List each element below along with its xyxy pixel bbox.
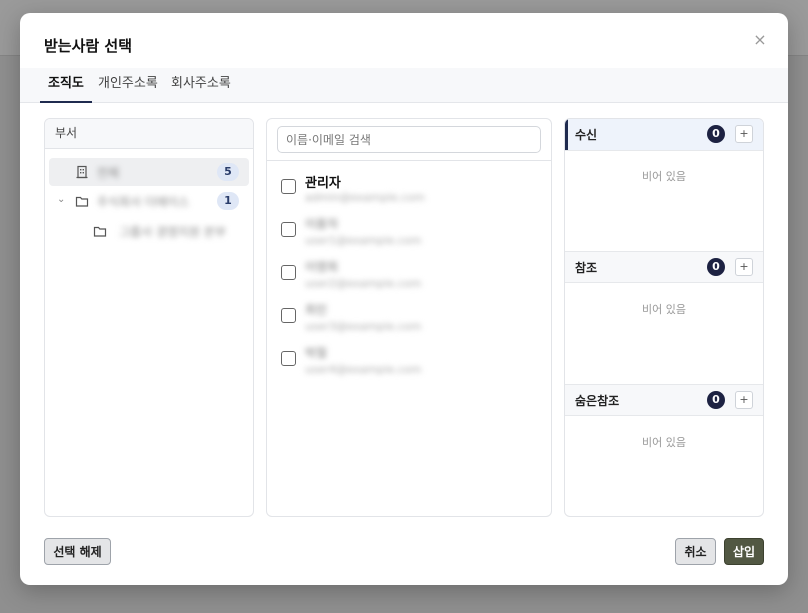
- add-cc-button[interactable]: +: [735, 258, 753, 276]
- section-label: 참조: [575, 261, 598, 275]
- list-item: 관리자 admin@example.com: [281, 171, 541, 211]
- close-button[interactable]: ×: [748, 27, 772, 51]
- empty-state-text: 비어 있음: [642, 436, 686, 449]
- tab-bar: 조직도 개인주소록 회사주소록: [20, 68, 788, 103]
- user-email: admin@example.com: [305, 191, 425, 204]
- user-list-panel: 관리자 admin@example.com 이용자 user1@example.…: [266, 118, 552, 517]
- department-panel: 부서 전체 5 ⌄ 주식회사 더에이스 1 그룹사 경영지원 본부: [44, 118, 254, 517]
- user-name: 이영희: [305, 260, 339, 274]
- recipient-panel: 수신 0 + 비어 있음 참조 0 + 비어 있음 숨은참조 0 + 비어 있음: [564, 118, 764, 517]
- user-email: user4@example.com: [305, 363, 422, 376]
- section-cc-header: 참조 0 +: [565, 251, 763, 283]
- tree-item-label: 그룹사 경영지원 본부: [119, 225, 226, 239]
- user-checkbox[interactable]: [281, 222, 296, 237]
- chevron-down-icon[interactable]: ⌄: [57, 194, 65, 205]
- dialog-title: 받는사람 선택: [44, 37, 133, 55]
- close-icon: ×: [753, 29, 767, 49]
- recipient-count-badge: 0: [707, 258, 725, 276]
- clear-selection-button[interactable]: 선택 해제: [44, 538, 111, 565]
- user-checkbox[interactable]: [281, 265, 296, 280]
- folder-icon: [75, 196, 89, 207]
- user-email: user2@example.com: [305, 277, 422, 290]
- member-count-badge: 5: [217, 163, 239, 181]
- section-label: 숨은참조: [575, 394, 620, 408]
- user-checkbox[interactable]: [281, 351, 296, 366]
- department-header: 부서: [45, 119, 253, 149]
- list-item: 최민 user3@example.com: [281, 300, 541, 340]
- user-name: 관리자: [305, 176, 341, 191]
- tree-item-label: 전체: [97, 166, 120, 180]
- user-name: 최민: [305, 303, 328, 317]
- section-bcc-header: 숨은참조 0 +: [565, 384, 763, 416]
- tab-org-chart[interactable]: 조직도: [40, 68, 92, 103]
- add-to-button[interactable]: +: [735, 125, 753, 143]
- member-count-badge: 1: [217, 192, 239, 210]
- building-icon: [76, 165, 88, 179]
- list-item: 박철 user4@example.com: [281, 343, 541, 383]
- user-checkbox[interactable]: [281, 308, 296, 323]
- tree-item-label: 주식회사 더에이스: [97, 195, 190, 209]
- user-name: 박철: [305, 346, 328, 360]
- user-name: 이용자: [305, 217, 339, 231]
- list-item: 이영희 user2@example.com: [281, 257, 541, 297]
- user-email: user1@example.com: [305, 234, 422, 247]
- recipient-count-badge: 0: [707, 391, 725, 409]
- folder-icon: [93, 226, 107, 237]
- insert-button[interactable]: 삽입: [724, 538, 764, 565]
- tree-item-company[interactable]: ⌄ 주식회사 더에이스 1: [49, 187, 249, 215]
- section-to-header: 수신 0 +: [565, 119, 763, 151]
- search-bar: [267, 119, 551, 161]
- user-checkbox[interactable]: [281, 179, 296, 194]
- list-item: 이용자 user1@example.com: [281, 214, 541, 254]
- recipient-count-badge: 0: [707, 125, 725, 143]
- add-bcc-button[interactable]: +: [735, 391, 753, 409]
- search-input[interactable]: [277, 126, 541, 153]
- user-email: user3@example.com: [305, 320, 422, 333]
- tab-personal-contacts[interactable]: 개인주소록: [90, 68, 166, 103]
- tree-item-all[interactable]: 전체 5: [49, 158, 249, 186]
- section-label: 수신: [575, 128, 598, 142]
- empty-state-text: 비어 있음: [642, 303, 686, 316]
- recipient-picker-dialog: 받는사람 선택 × 조직도 개인주소록 회사주소록 부서 전체 5 ⌄ 주식회사…: [20, 13, 788, 585]
- tab-company-contacts[interactable]: 회사주소록: [163, 68, 239, 103]
- cancel-button[interactable]: 취소: [675, 538, 716, 565]
- empty-state-text: 비어 있음: [642, 170, 686, 183]
- tree-item-subdepartment[interactable]: 그룹사 경영지원 본부: [49, 217, 249, 245]
